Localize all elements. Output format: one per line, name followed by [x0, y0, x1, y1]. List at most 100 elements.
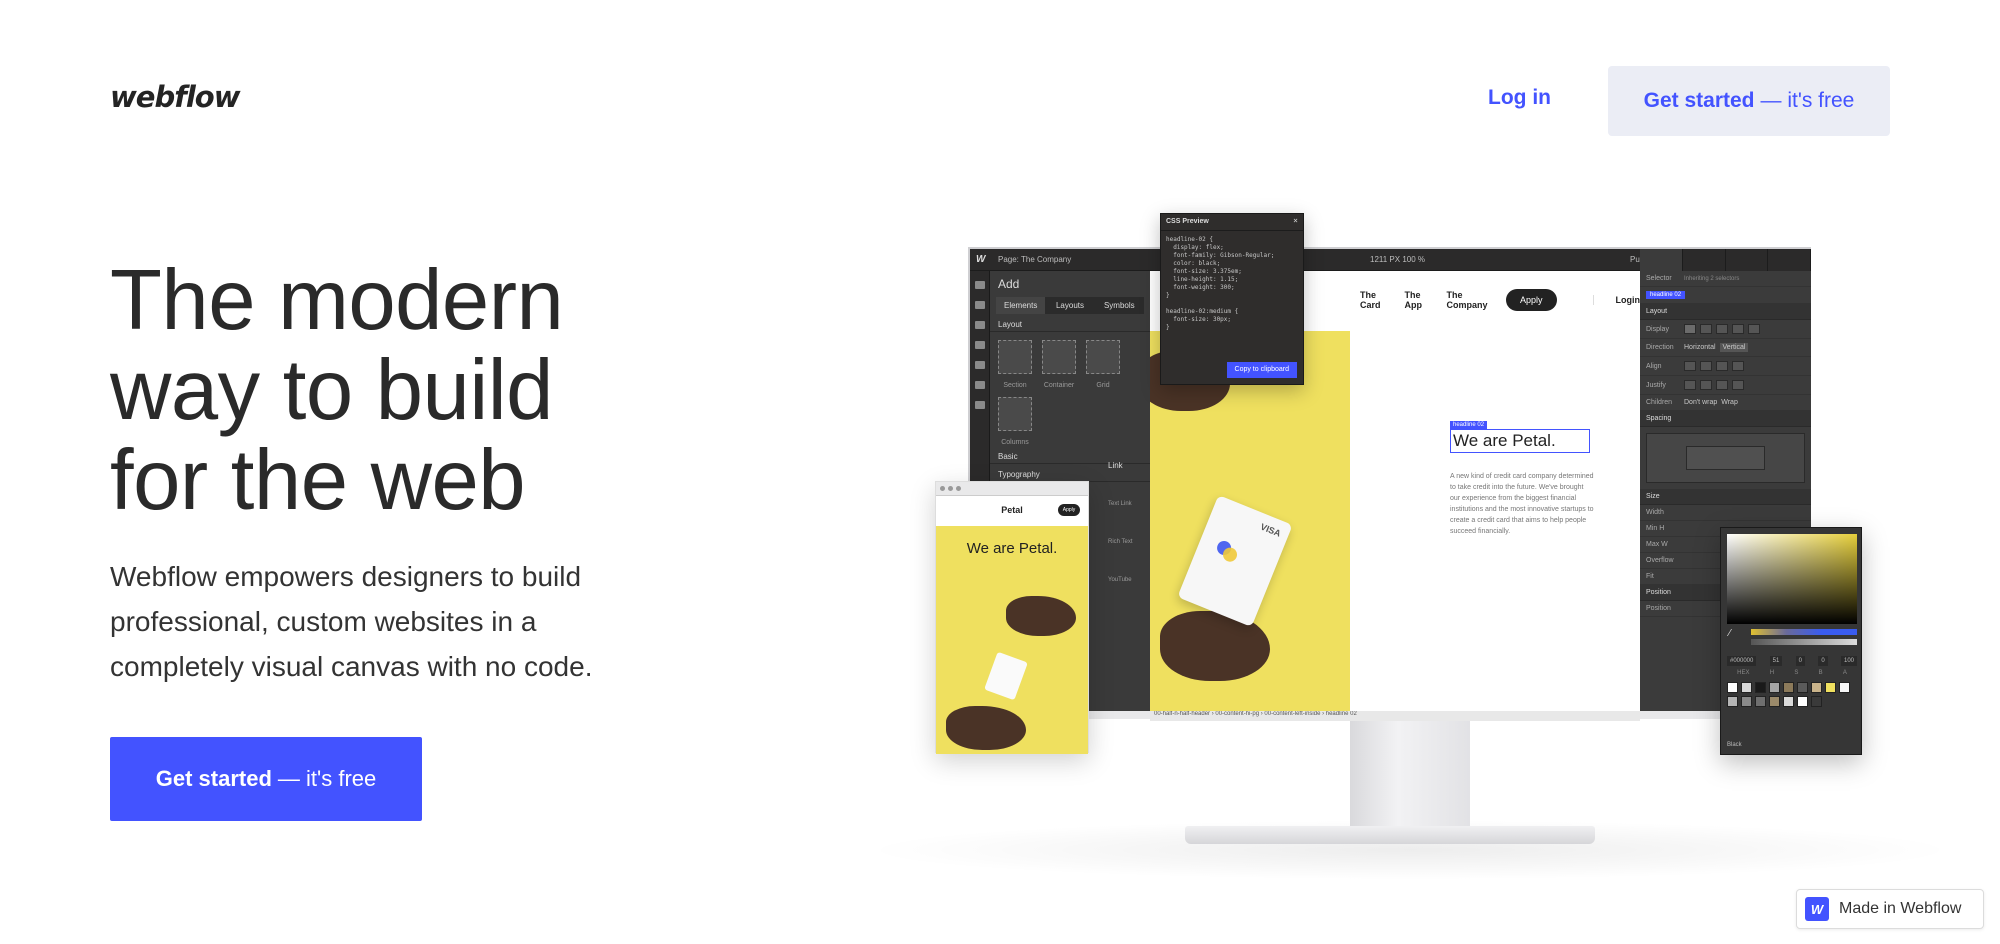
ecommerce-icon — [974, 361, 985, 369]
color-swatch — [1783, 682, 1794, 693]
site-nav-the-company: The Company — [1446, 290, 1488, 310]
display-row: Display — [1640, 320, 1811, 339]
hero-title-line-3: for the web — [110, 433, 526, 528]
site-paragraph: A new kind of credit card company determ… — [1450, 473, 1594, 535]
rich-text-label: Rich Text — [1108, 539, 1133, 545]
min-h-label: Min H — [1646, 525, 1665, 532]
hex-label: HEX — [1737, 670, 1750, 676]
navigator-icon — [974, 301, 985, 309]
window-dot-icon — [940, 486, 945, 491]
hero-subtitle: Webflow empowers designers to build prof… — [110, 561, 593, 682]
direction-vertical: Vertical — [1719, 343, 1749, 352]
b-value: 0 — [1818, 656, 1828, 666]
color-swatch — [1797, 696, 1808, 707]
grid-tile-label: Grid — [1096, 382, 1110, 389]
tab-layouts: Layouts — [1055, 301, 1084, 310]
mobile-hand-top-image — [1006, 596, 1076, 636]
columns-tile — [998, 397, 1032, 431]
close-icon: × — [1293, 216, 1298, 225]
style-panel-tabs — [1640, 249, 1811, 271]
color-swatch — [1811, 682, 1822, 693]
add-icon — [974, 281, 985, 289]
columns-tile-label: Columns — [1001, 439, 1029, 446]
credit-card-image: VISA — [1177, 495, 1293, 627]
children-row: Children Don't wrap Wrap — [1640, 395, 1811, 411]
tab-symbols: Symbols — [1103, 301, 1135, 310]
display-block-icon — [1684, 324, 1696, 334]
b-label: B — [1818, 670, 1823, 676]
style-section-spacing: Spacing — [1640, 411, 1811, 427]
grid-tile — [1086, 340, 1120, 374]
webflow-logo[interactable]: webflow — [110, 80, 240, 114]
mini-element-list: Link Text Link Rich Text YouTube — [1108, 447, 1133, 599]
style-section-size: Size — [1640, 489, 1811, 505]
nav-cta-strong: Get started — [1643, 89, 1755, 112]
overflow-label: Overflow — [1646, 557, 1674, 564]
columns-tile-caption: Columns — [990, 439, 1150, 446]
site-nav: The Card The App The Company Apply Login — [1360, 289, 1640, 311]
hero-get-started-button[interactable]: Get started — it's free — [110, 737, 422, 821]
login-link[interactable]: Log in — [1488, 86, 1551, 110]
selector-label: Selector — [1646, 275, 1672, 282]
color-swatch — [1797, 682, 1808, 693]
hero-cta-strong: Get started — [155, 766, 272, 791]
made-in-webflow-badge[interactable]: W Made in Webflow — [1796, 889, 1984, 929]
designer-screenshot: W Page: The Company 1211 PX 100 % Publis… — [968, 247, 1811, 721]
settings-gear-icon — [1683, 249, 1726, 271]
s-value: 0 — [1795, 656, 1806, 666]
selector-chip: headline 02 — [1646, 291, 1686, 299]
s-label: S — [1794, 670, 1799, 676]
display-grid-icon — [1716, 324, 1728, 334]
mobile-hand-bottom-image — [946, 706, 1026, 750]
wrap-option: Wrap — [1721, 399, 1738, 406]
display-flex-icon — [1700, 324, 1712, 334]
mobile-hero: We are Petal. — [936, 526, 1088, 754]
align-center-icon — [1700, 361, 1712, 371]
add-panel-title: Add — [998, 277, 1020, 291]
mobile-nav: Petal Apply — [936, 496, 1088, 524]
align-stretch-icon — [1732, 361, 1744, 371]
text-link-label: Text Link — [1108, 501, 1132, 507]
alpha-slider — [1751, 639, 1857, 645]
display-inline-icon — [1732, 324, 1744, 334]
nav-get-started-button[interactable]: Get started — it's free — [1608, 66, 1890, 136]
align-start-icon — [1684, 361, 1696, 371]
css-preview-code: headline-02 { display: flex; font-family… — [1166, 236, 1275, 331]
spacing-box — [1646, 433, 1805, 483]
max-w-label: Max W — [1646, 541, 1668, 548]
interactions-bolt-icon — [1768, 249, 1811, 271]
style-section-layout: Layout — [1640, 304, 1811, 320]
color-swatch — [1727, 696, 1738, 707]
color-swatch — [1825, 682, 1836, 693]
mobile-preview: Petal Apply We are Petal. — [935, 481, 1089, 754]
align-row: Align — [1640, 357, 1811, 376]
color-swatch — [1727, 682, 1738, 693]
position-label: Position — [1646, 605, 1671, 612]
webflow-w-icon: W — [976, 254, 986, 265]
a-label: A — [1842, 670, 1847, 676]
mobile-headline: We are Petal. — [966, 540, 1058, 557]
color-swatches — [1727, 682, 1857, 707]
window-dot-icon — [956, 486, 961, 491]
color-swatch — [1769, 682, 1780, 693]
css-preview-title: CSS Preview — [1161, 214, 1303, 231]
hex-value: #000000 — [1727, 656, 1757, 666]
color-swatch — [1769, 696, 1780, 707]
children-label: Children — [1646, 399, 1673, 406]
spacing-inner-box — [1686, 446, 1765, 470]
inheriting-label: Inheriting 2 selectors — [1684, 275, 1740, 282]
link-label: Link — [1108, 461, 1123, 470]
layout-tile-captions: Section Container Grid — [990, 382, 1150, 389]
color-swatch — [1741, 696, 1752, 707]
hero-cta-light: — it's free — [277, 766, 377, 791]
zoom-readout: 1211 PX 100 % — [1370, 255, 1426, 264]
settings-icon — [974, 401, 985, 409]
container-tile-label: Container — [1043, 382, 1075, 389]
a-value: 100 — [1840, 656, 1857, 666]
page-selector: Page: The Company — [998, 255, 1072, 264]
site-nav-the-app: The App — [1404, 290, 1422, 310]
hue-slider — [1751, 629, 1857, 635]
layout-tiles — [990, 332, 1150, 382]
assets-icon — [974, 381, 985, 389]
direction-row: Direction Horizontal Vertical — [1640, 339, 1811, 357]
